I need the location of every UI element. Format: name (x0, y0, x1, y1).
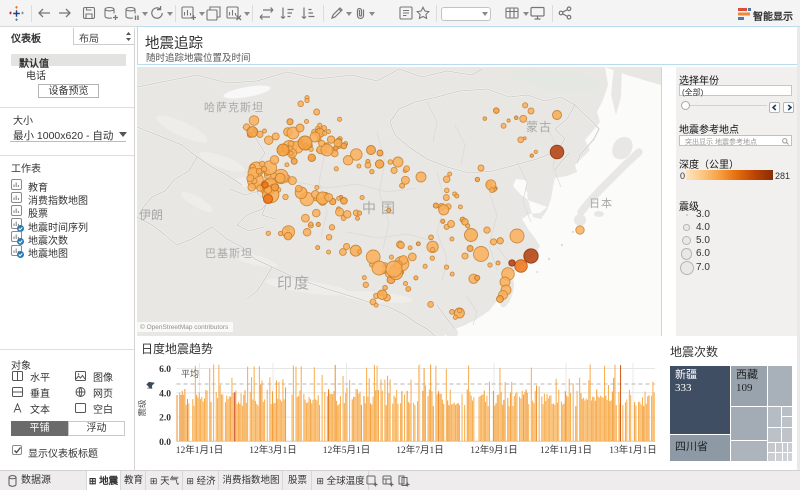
svg-text:4.0: 4.0 (159, 389, 171, 399)
svg-text:日度地震趋势: 日度地震趋势 (141, 341, 213, 356)
svg-text:巴基斯坦: 巴基斯坦 (205, 246, 253, 260)
svg-text:6.0: 6.0 (159, 365, 171, 375)
svg-text:哈萨克斯坦: 哈萨克斯坦 (204, 100, 264, 114)
svg-text:日本: 日本 (589, 196, 613, 210)
svg-text:平均: 平均 (181, 368, 199, 379)
svg-text:伊朗: 伊朗 (139, 208, 163, 222)
svg-text:12年11月1日: 12年11月1日 (540, 444, 592, 456)
svg-text:蒙古: 蒙古 (526, 119, 552, 134)
svg-text:12年3月1日: 12年3月1日 (249, 444, 297, 456)
svg-text:12年9月1日: 12年9月1日 (470, 444, 518, 456)
svg-text:震级: 震级 (137, 399, 147, 417)
svg-text:© OpenStreetMap contributors: © OpenStreetMap contributors (140, 323, 229, 331)
svg-text:印度: 印度 (277, 275, 311, 292)
svg-text:0.0: 0.0 (159, 438, 171, 448)
svg-text:中国: 中国 (362, 200, 400, 216)
svg-text:12年1月1日: 12年1月1日 (176, 444, 224, 456)
svg-text:12年5月1日: 12年5月1日 (323, 444, 371, 456)
svg-text:13年1月1日: 13年1月1日 (609, 444, 657, 456)
svg-text:2.0: 2.0 (159, 414, 171, 424)
svg-text:12年7月1日: 12年7月1日 (396, 444, 444, 456)
